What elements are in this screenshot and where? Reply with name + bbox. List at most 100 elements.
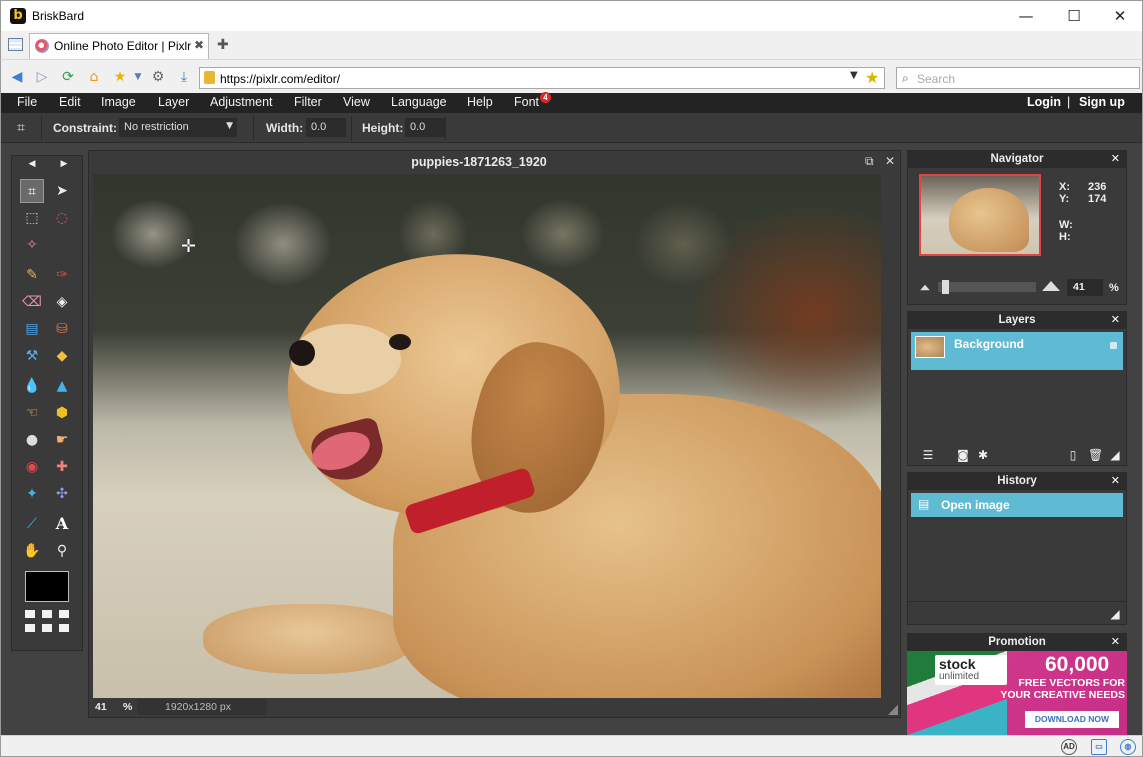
canvas-image[interactable]: ✛ [93,174,881,698]
reload-icon[interactable]: ⟳ [59,68,77,86]
maximize-button[interactable]: ☐ [1051,1,1097,31]
menu-file[interactable]: File [17,95,37,109]
home-icon[interactable]: ⌂ [85,68,103,86]
pinch-tool-icon[interactable]: ✣ [50,482,74,506]
menu-adjustment[interactable]: Adjustment [210,95,273,109]
layer-styles-icon[interactable]: ✱ [976,448,990,462]
close-layers-icon[interactable]: ✕ [1111,313,1120,326]
menu-language[interactable]: Language [391,95,447,109]
menu-edit[interactable]: Edit [59,95,81,109]
constraint-select[interactable]: No restriction ▼ [119,118,237,137]
width-input[interactable]: 0.0 [306,118,346,137]
layer-row[interactable]: Background [911,332,1123,370]
forward-icon[interactable]: ▷ [33,68,51,86]
signup-link[interactable]: Sign up [1079,95,1125,109]
close-history-icon[interactable]: ✕ [1111,474,1120,487]
layer-settings-icon[interactable]: ☰ [921,448,935,462]
swatch-grid-cell[interactable] [59,610,69,618]
menu-filter[interactable]: Filter [294,95,322,109]
resize-grip-icon[interactable] [888,705,898,715]
navigator-thumbnail[interactable] [919,174,1041,256]
magic-wand-tool-icon[interactable]: ✧ [20,233,44,257]
smudge-tool-icon[interactable]: ☜ [20,401,44,425]
resize-grip-icon[interactable]: ◢ [1108,607,1122,621]
new-layer-icon[interactable]: ▯ [1066,448,1080,462]
login-link[interactable]: Login [1027,95,1061,109]
swatch-grid-cell[interactable] [42,610,52,618]
navigator-zoom-input[interactable]: 41 [1067,279,1103,296]
bloat-tool-icon[interactable]: ✦ [20,482,44,506]
download-now-button[interactable]: DOWNLOAD NOW [1025,711,1119,728]
color-picker-tool-icon[interactable]: ⟋ [20,512,44,536]
menu-view[interactable]: View [343,95,370,109]
close-window-button[interactable]: ✕ [1097,1,1143,31]
swatch-grid-cell[interactable] [25,624,35,632]
color-replace-tool-icon[interactable]: ⚒ [20,344,44,368]
close-navigator-icon[interactable]: ✕ [1111,152,1120,165]
lasso-tool-icon[interactable]: ◌ [50,206,74,230]
close-document-icon[interactable]: ✕ [885,154,895,168]
menu-font[interactable]: Font [514,95,539,109]
history-row[interactable]: ▤ Open image [911,493,1123,517]
brush-tool-icon[interactable]: ✑ [50,263,74,287]
zoom-in-icon[interactable] [1042,281,1060,291]
layer-mask-icon[interactable]: ◙ [956,448,970,462]
paint-bucket-tool-icon[interactable]: ◈ [50,290,74,314]
url-text[interactable]: https://pixlr.com/editor/ [220,72,340,86]
adblock-icon[interactable]: AD [1061,739,1077,755]
spot-heal-tool-icon[interactable]: ✚ [50,455,74,479]
gradient-tool-icon[interactable]: ▤ [20,317,44,341]
globe-icon[interactable]: ◍ [1120,739,1136,755]
tab-close-icon[interactable]: ✖ [194,38,204,52]
sponge-tool-icon[interactable]: ⬢ [50,401,74,425]
dodge-tool-icon[interactable]: ● [20,428,44,452]
primary-color-swatch[interactable] [25,571,69,602]
eraser-tool-icon[interactable]: ⌫ [20,290,44,314]
toolbox-collapse-left-icon[interactable]: ◀ [20,156,44,172]
tab-list-icon[interactable] [8,38,23,51]
menu-help[interactable]: Help [467,95,493,109]
settings-gear-icon[interactable]: ⚙ [149,68,167,86]
address-bar[interactable]: https://pixlr.com/editor/ ▼ ★ [199,67,885,89]
zoom-out-icon[interactable] [920,284,930,291]
hand-tool-icon[interactable]: ✋ [20,539,44,563]
promotion-banner[interactable]: stock unlimited 60,000 FREE VECTORS FOR … [907,651,1127,735]
swatch-grid-cell[interactable] [25,610,35,618]
search-placeholder[interactable]: Search [917,72,955,86]
back-icon[interactable]: ◀ [8,68,26,86]
menu-layer[interactable]: Layer [158,95,189,109]
move-tool-icon[interactable]: ➤ [50,179,74,203]
bookmarks-dropdown-icon[interactable]: ▼ [129,68,147,86]
burn-tool-icon[interactable]: ☛ [50,428,74,452]
sharpen-tool-icon[interactable]: ▲ [50,374,74,398]
zoom-slider[interactable] [938,280,1036,294]
add-bookmark-star-icon[interactable]: ★ [865,68,879,87]
swatch-grid-cell[interactable] [59,624,69,632]
resize-grip-icon[interactable]: ◢ [1108,448,1122,462]
search-box[interactable]: ⌕ Search [896,67,1140,89]
new-tab-icon[interactable]: ✚ [217,37,229,53]
zoom-slider-handle[interactable] [942,280,949,294]
screen-icon[interactable]: ▭ [1091,739,1107,755]
zoom-tool-icon[interactable]: ⚲ [50,539,74,563]
trash-icon[interactable]: 🗑 [1088,448,1103,462]
marquee-tool-icon[interactable]: ⬚ [20,206,44,230]
crop-tool-icon[interactable]: ⌗ [20,179,44,203]
swatch-grid-cell[interactable] [42,624,52,632]
toolbox-collapse-right-icon[interactable]: ▶ [52,156,76,172]
close-promotion-icon[interactable]: ✕ [1111,635,1120,648]
zoom-level[interactable]: 41 [95,701,107,713]
pencil-tool-icon[interactable]: ✎ [20,263,44,287]
restore-window-icon[interactable]: ⧉ [865,154,874,169]
blur-tool-icon[interactable]: 💧 [20,374,44,398]
height-input[interactable]: 0.0 [405,118,445,137]
download-icon[interactable]: ⤓ [175,68,193,86]
red-eye-tool-icon[interactable]: ◉ [20,455,44,479]
drawing-tool-icon[interactable]: ◆ [50,344,74,368]
url-dropdown-icon[interactable]: ▼ [850,70,858,81]
minimize-button[interactable]: — [1003,1,1049,31]
browser-tab[interactable]: Online Photo Editor | Pixlr ✖ [29,33,209,59]
menu-image[interactable]: Image [101,95,136,109]
clone-stamp-tool-icon[interactable]: ⛁ [50,317,74,341]
bookmarks-star-icon[interactable]: ★ [111,68,129,86]
